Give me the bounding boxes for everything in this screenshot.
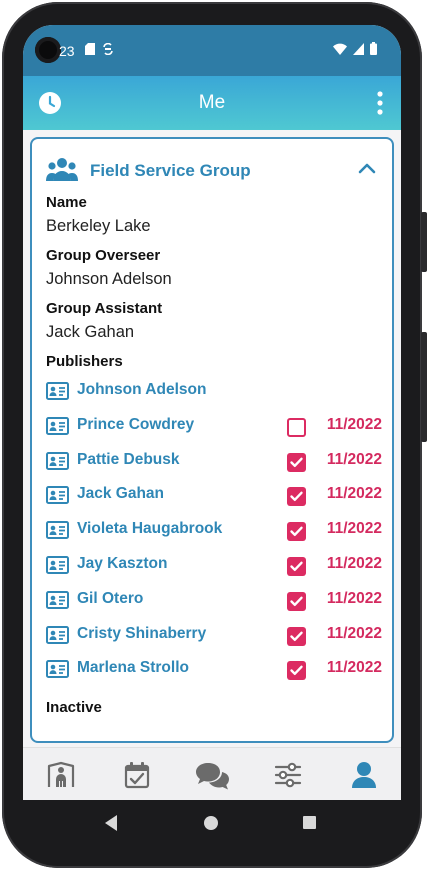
publisher-name[interactable]: Marlena Strollo <box>77 659 189 677</box>
chevron-up-icon[interactable] <box>358 161 376 179</box>
inactive-label: Inactive <box>46 699 102 716</box>
publisher-row[interactable]: Cristy Shinaberry 11/2022 <box>46 623 382 649</box>
publisher-name[interactable]: Cristy Shinaberry <box>77 625 206 643</box>
sync-icon <box>103 42 113 60</box>
report-checkbox[interactable] <box>287 522 306 542</box>
checkmark-icon <box>290 526 303 537</box>
app-bar: Me <box>23 76 401 130</box>
publisher-row[interactable]: Jay Kaszton 11/2022 <box>46 553 382 579</box>
battery-icon <box>370 42 377 60</box>
nav-chat-bubbles-icon[interactable] <box>195 760 229 790</box>
publisher-row[interactable]: Johnson Adelson <box>46 379 382 405</box>
report-checkbox[interactable] <box>287 626 306 646</box>
overseer-label: Group Overseer <box>46 247 161 264</box>
publisher-name[interactable]: Johnson Adelson <box>77 381 206 399</box>
publisher-name[interactable]: Pattie Debusk <box>77 451 180 469</box>
report-month: 11/2022 <box>326 520 382 538</box>
checkmark-icon <box>290 596 303 606</box>
contact-card-icon <box>46 556 69 579</box>
checkmark-icon <box>290 491 303 502</box>
contact-card-icon <box>46 590 69 614</box>
report-month: 11/2022 <box>326 589 382 607</box>
home-circle-icon[interactable] <box>203 815 219 836</box>
report-checkbox[interactable] <box>287 452 306 472</box>
more-vert-icon[interactable] <box>377 91 383 120</box>
nav-person-in-door-icon[interactable] <box>46 760 76 790</box>
recents-square-icon[interactable] <box>302 815 317 835</box>
publisher-row[interactable]: Jack Gahan 11/2022 <box>46 483 382 509</box>
contact-card-icon <box>46 382 69 405</box>
nav-sliders-icon[interactable] <box>273 760 303 790</box>
overseer-value: Johnson Adelson <box>46 270 172 288</box>
status-time: 23 <box>59 43 75 59</box>
card-title: Field Service Group <box>90 161 251 180</box>
report-month: 11/2022 <box>326 485 382 503</box>
checkmark-icon <box>290 561 303 571</box>
publisher-name[interactable]: Jack Gahan <box>77 485 164 503</box>
sd-card-icon <box>85 42 95 60</box>
publisher-name[interactable]: Jay Kaszton <box>77 555 167 573</box>
contact-card-icon <box>46 451 69 475</box>
front-camera <box>35 37 61 63</box>
wifi-icon <box>333 42 347 60</box>
report-month: 11/2022 <box>326 450 382 468</box>
assistant-value: Jack Gahan <box>46 323 135 341</box>
report-checkbox[interactable] <box>287 417 306 437</box>
back-triangle-icon[interactable] <box>103 814 119 837</box>
name-value: Berkeley Lake <box>46 217 151 235</box>
checkmark-icon <box>290 665 303 676</box>
report-month: 11/2022 <box>326 415 382 433</box>
field-service-group-card: Field Service Group Name Berkeley Lake G… <box>30 137 394 743</box>
contact-card-icon <box>46 486 69 509</box>
report-month: 11/2022 <box>326 659 382 677</box>
publisher-row[interactable]: Prince Cowdrey 11/2022 <box>46 414 382 440</box>
checkmark-icon <box>290 457 303 467</box>
report-month: 11/2022 <box>326 555 382 572</box>
report-month: 11/2022 <box>326 624 382 642</box>
contact-card-icon <box>46 521 69 544</box>
system-navigation-bar <box>23 800 401 848</box>
contact-card-icon <box>46 625 69 649</box>
power-button <box>421 332 427 442</box>
name-label: Name <box>46 194 87 211</box>
publisher-name[interactable]: Gil Otero <box>77 590 143 608</box>
page-title: Me <box>198 92 226 113</box>
checkmark-icon <box>290 631 303 641</box>
publishers-label: Publishers <box>46 353 123 370</box>
publisher-row[interactable]: Gil Otero 11/2022 <box>46 588 382 614</box>
report-checkbox[interactable] <box>287 557 306 576</box>
publisher-name[interactable]: Prince Cowdrey <box>77 416 194 434</box>
assistant-label: Group Assistant <box>46 300 163 317</box>
nav-calendar-check-icon[interactable] <box>122 760 152 790</box>
group-icon <box>46 157 78 188</box>
volume-button <box>421 212 427 272</box>
screen: 23 Me Field Service Group Name Berkeley … <box>23 25 401 800</box>
publisher-row[interactable]: Violeta Haugabrook 11/2022 <box>46 518 382 544</box>
report-checkbox[interactable] <box>287 487 306 507</box>
publisher-row[interactable]: Marlena Strollo 11/2022 <box>46 657 382 683</box>
report-checkbox[interactable] <box>287 661 306 681</box>
report-checkbox[interactable] <box>287 591 306 611</box>
bottom-nav <box>23 747 401 800</box>
publisher-name[interactable]: Violeta Haugabrook <box>77 520 222 538</box>
publisher-row[interactable]: Pattie Debusk 11/2022 <box>46 449 382 475</box>
status-bar: 23 <box>23 25 401 76</box>
signal-icon <box>353 42 364 60</box>
nav-user-icon[interactable] <box>349 760 379 790</box>
contact-card-icon <box>46 660 69 683</box>
contact-card-icon <box>46 416 69 440</box>
card-header[interactable]: Field Service Group <box>46 157 382 187</box>
